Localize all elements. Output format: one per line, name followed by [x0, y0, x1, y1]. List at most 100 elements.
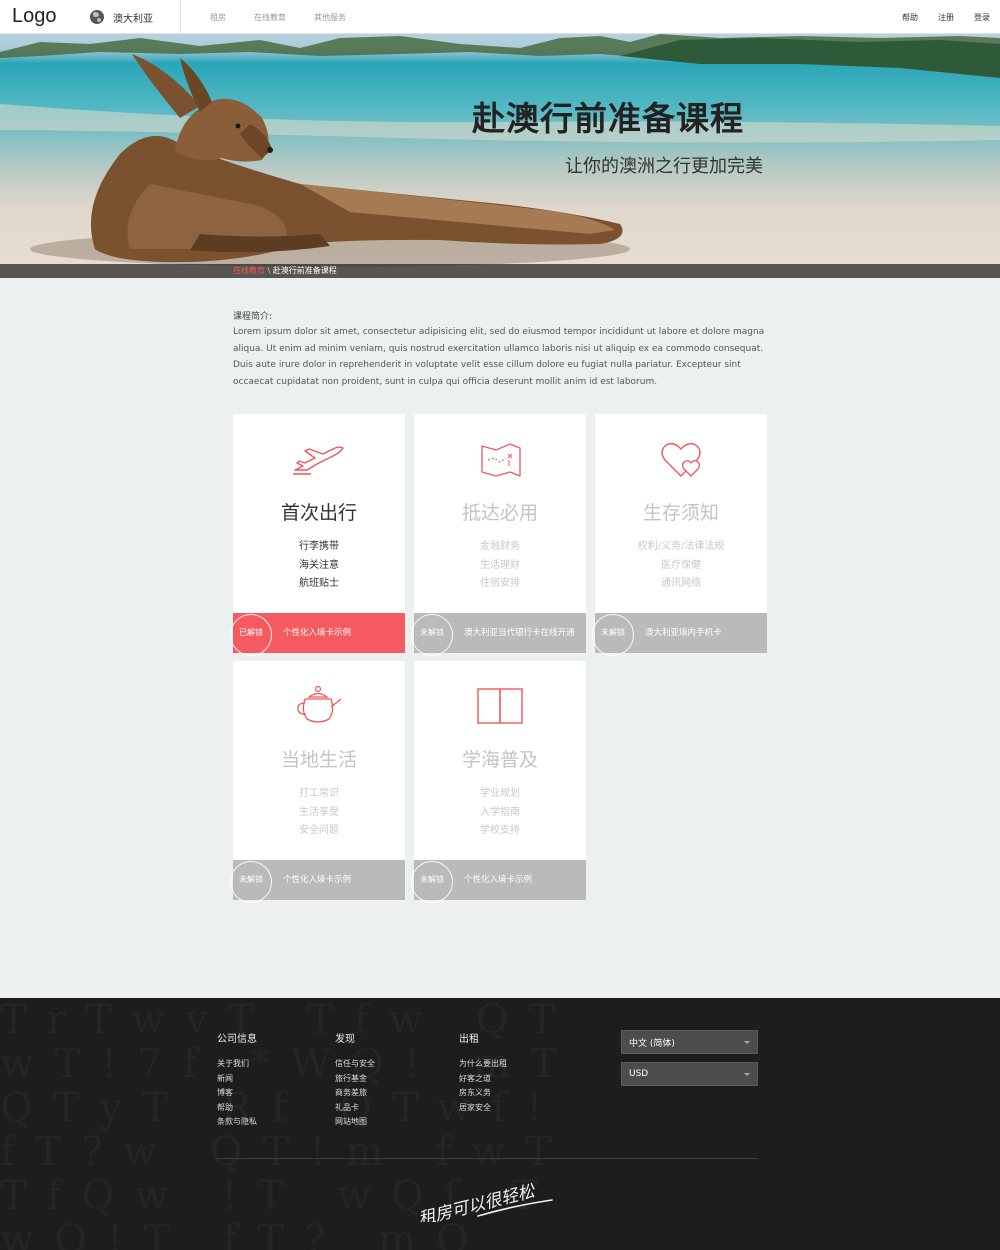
help-link[interactable]: 帮助 — [902, 12, 918, 23]
card-footer-text: 澳大利亚境内手机卡 — [645, 628, 722, 638]
card-item-list: 金融财务 生活理财 住宿安排 — [414, 538, 586, 594]
card-item: 行李携带 — [299, 541, 339, 552]
card-item: 入学指南 — [480, 806, 520, 818]
footer-link[interactable]: 礼品卡 — [335, 1101, 375, 1116]
language-select[interactable]: 中文 (简体) — [621, 1030, 758, 1054]
card-item: 住宿安排 — [480, 578, 520, 589]
course-card-study[interactable]: 学海普及 学业规划 入学指南 学校支持 未解锁 个性化入境卡示例 — [411, 661, 586, 903]
intro-title: 课程简介: — [233, 312, 273, 322]
card-item: 航班贴士 — [299, 578, 339, 589]
badge-label: 未解锁 — [239, 875, 263, 884]
footer-link[interactable]: 好客之道 — [459, 1072, 507, 1087]
card-footer-text: 澳大利亚当代银行卡在线开通 — [464, 628, 575, 638]
hero-banner: 赴澳行前准备课程 让你的澳洲之行更加完美 在线教育 \ 赴澳行前准备课程 — [0, 34, 1000, 278]
card-footer[interactable]: 未解锁 个性化入境卡示例 — [411, 860, 586, 903]
nav-item-other-services[interactable]: 其他服务 — [314, 12, 346, 23]
footer-link[interactable]: 条款与隐私 — [217, 1115, 257, 1130]
badge-label: 未解锁 — [420, 628, 444, 637]
card-title: 当地生活 — [280, 749, 357, 771]
breadcrumb-current: 赴澳行前准备课程 — [272, 266, 337, 275]
hero-kangaroo-image — [0, 34, 1000, 267]
course-card-local-life[interactable]: 当地生活 打工常识 生活享受 安全问题 未解锁 个性化入境卡示例 — [230, 661, 405, 903]
card-item: 学校支持 — [480, 825, 520, 836]
card-item: 医疗保健 — [661, 559, 701, 571]
nav-item-rent[interactable]: 租房 — [210, 12, 226, 23]
logo[interactable]: Logo — [12, 5, 57, 28]
badge-label: 未解锁 — [601, 628, 625, 637]
site-footer: TrTwvT Tfw QT wT!7f *WQ! mT QTyT Rf QTwf! f… — [0, 998, 1000, 1250]
footer-column-title: 出租 — [459, 1034, 479, 1045]
footer-link[interactable]: 旅行基金 — [335, 1072, 375, 1087]
footer-link[interactable]: 博客 — [217, 1086, 257, 1101]
login-link[interactable]: 登录 — [974, 12, 990, 23]
footer-link[interactable]: 为什么要出租 — [459, 1057, 507, 1072]
footer-column-title: 公司信息 — [217, 1034, 257, 1045]
card-footer[interactable]: 未解锁 澳大利亚当代银行卡在线开通 — [411, 613, 586, 656]
currency-select-value: USD — [629, 1069, 649, 1079]
badge-label: 未解锁 — [420, 875, 444, 884]
card-item-list: 权利/义务/法律法规 医疗保健 通讯网络 — [595, 538, 767, 594]
card-title: 生存须知 — [642, 502, 719, 524]
card-title: 学海普及 — [461, 749, 538, 771]
card-footer[interactable]: 已解锁 个性化入境卡示例 — [230, 613, 405, 656]
breadcrumb-bar: 在线教育 \ 赴澳行前准备课程 — [0, 264, 1000, 278]
course-card-arrival[interactable]: 抵达必用 金融财务 生活理财 住宿安排 未解锁 澳大利亚当代银行卡在线开通 — [411, 414, 586, 656]
card-footer-text: 个性化入境卡示例 — [464, 875, 533, 885]
main-nav: 租房 在线教育 其他服务 — [210, 0, 374, 34]
footer-link[interactable]: 新闻 — [217, 1072, 257, 1087]
card-footer-text: 个性化入境卡示例 — [283, 875, 352, 885]
chevron-down-icon — [744, 1041, 750, 1044]
course-card-survival[interactable]: 生存须知 权利/义务/法律法规 医疗保健 通讯网络 未解锁 澳大利亚境内手机卡 — [592, 414, 767, 656]
region-selector[interactable]: 澳大利亚 — [90, 0, 181, 34]
card-footer-text: 个性化入境卡示例 — [283, 628, 352, 638]
footer-column-title: 发现 — [335, 1034, 355, 1045]
book-icon — [477, 688, 523, 724]
globe-icon — [90, 10, 104, 24]
card-item-list: 行李携带 海关注意 航班贴士 — [233, 538, 405, 594]
nav-item-online-education[interactable]: 在线教育 — [254, 12, 286, 23]
card-item: 金融财务 — [480, 541, 520, 552]
footer-link[interactable]: 网站地图 — [335, 1115, 375, 1130]
card-item: 学业规划 — [480, 788, 520, 799]
breadcrumb-link[interactable]: 在线教育 — [233, 266, 265, 275]
card-item: 权利/义务/法律法规 — [637, 541, 725, 552]
region-label: 澳大利亚 — [113, 13, 153, 25]
card-title: 首次出行 — [280, 502, 357, 524]
teapot-icon — [297, 685, 342, 723]
card-item-list: 学业规划 入学指南 学校支持 — [414, 785, 586, 841]
register-link[interactable]: 注册 — [938, 12, 954, 23]
card-item: 生活理财 — [480, 559, 520, 571]
hero-title: 赴澳行前准备课程 — [472, 99, 744, 138]
hero-subtitle: 让你的澳洲之行更加完美 — [565, 156, 763, 177]
card-item-list: 打工常识 生活享受 安全问题 — [233, 785, 405, 841]
footer-link[interactable]: 房东义务 — [459, 1086, 507, 1101]
intro-text: Lorem ipsum dolor sit amet, consectetur … — [233, 327, 765, 387]
footer-link[interactable]: 信任与安全 — [335, 1057, 375, 1072]
footer-link[interactable]: 居家安全 — [459, 1101, 507, 1116]
footer-divider — [217, 1158, 758, 1159]
map-icon — [481, 443, 521, 477]
course-card-first-trip[interactable]: 首次出行 行李携带 海关注意 航班贴士 已解锁 个性化入境卡示例 — [230, 414, 405, 656]
language-select-value: 中文 (简体) — [629, 1038, 675, 1049]
card-footer[interactable]: 未解锁 个性化入境卡示例 — [230, 860, 405, 903]
card-item: 生活享受 — [299, 806, 339, 818]
hearts-icon — [661, 442, 701, 477]
card-item: 海关注意 — [299, 559, 339, 571]
breadcrumb: 在线教育 \ 赴澳行前准备课程 — [233, 265, 337, 276]
handwritten-slogan: 租房可以很轻松 — [416, 1181, 553, 1222]
course-intro: 课程简介: Lorem ipsum dolor sit amet, consec… — [233, 310, 768, 390]
footer-link[interactable]: 商务差旅 — [335, 1086, 375, 1101]
breadcrumb-separator: \ — [265, 266, 273, 275]
chevron-down-icon — [744, 1073, 750, 1076]
footer-column-discover: 发现 信任与安全 旅行基金 商务差旅 礼品卡 网站地图 — [335, 1030, 375, 1130]
card-item: 通讯网络 — [661, 578, 701, 589]
badge-label: 已解锁 — [239, 628, 263, 637]
card-item: 打工常识 — [299, 788, 339, 799]
footer-link[interactable]: 关于我们 — [217, 1057, 257, 1072]
top-header: Logo 澳大利亚 租房 在线教育 其他服务 帮助 注册 登录 — [0, 0, 1000, 34]
card-footer[interactable]: 未解锁 澳大利亚境内手机卡 — [592, 613, 767, 656]
footer-link[interactable]: 帮助 — [217, 1101, 257, 1116]
currency-select[interactable]: USD — [621, 1062, 758, 1086]
airplane-icon — [293, 446, 344, 475]
footer-column-company: 公司信息 关于我们 新闻 博客 帮助 条款与隐私 — [217, 1030, 257, 1130]
